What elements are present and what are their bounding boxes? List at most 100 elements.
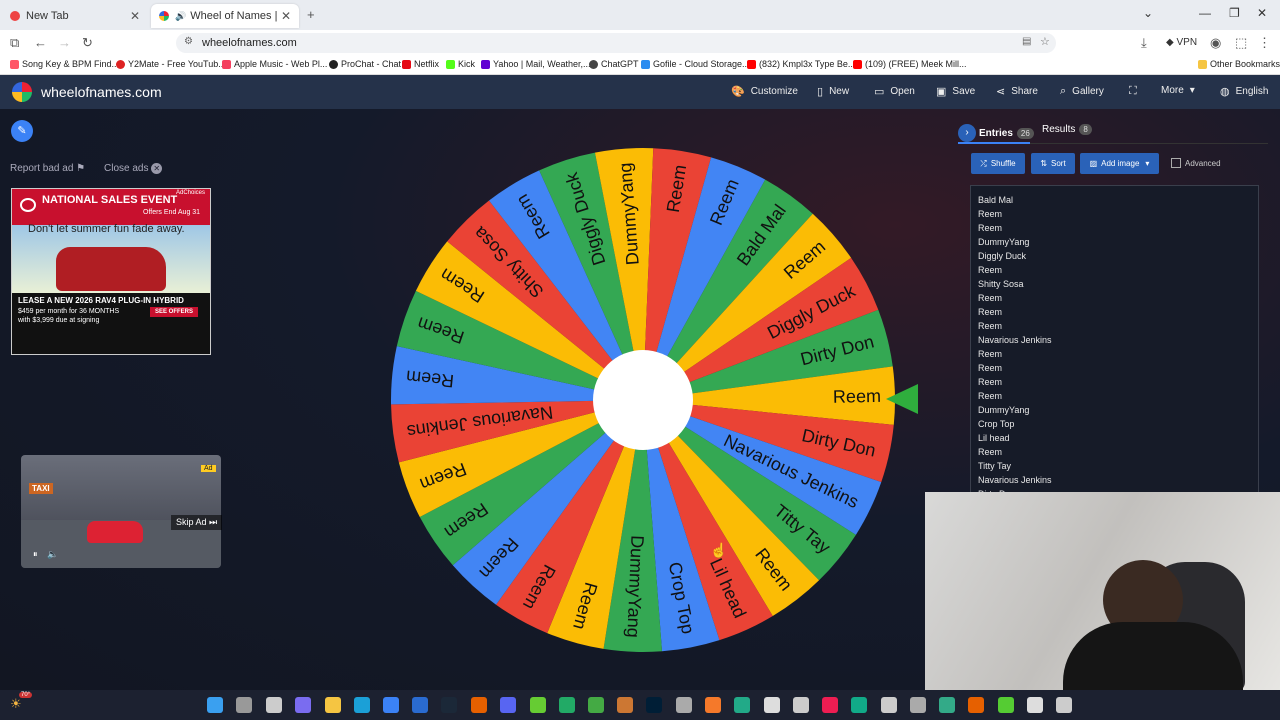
- bookmark-item[interactable]: Yahoo | Mail, Weather,...: [481, 59, 591, 69]
- app-icon[interactable]: [851, 697, 867, 713]
- tab-list-chevron-icon[interactable]: ⌄: [1143, 6, 1153, 20]
- other-bookmarks[interactable]: Other Bookmarks: [1198, 59, 1280, 69]
- close-window-icon[interactable]: ✕: [1257, 6, 1267, 20]
- bookmark-item[interactable]: Apple Music - Web Pl...: [222, 59, 327, 69]
- copilot-icon[interactable]: [295, 697, 311, 713]
- store-icon[interactable]: [383, 697, 399, 713]
- entry-line[interactable]: Reem: [978, 377, 1002, 387]
- entry-line[interactable]: Navarious Jenkins: [978, 475, 1052, 485]
- bookmark-item[interactable]: Kick: [446, 59, 475, 69]
- entry-line[interactable]: Shitty Sosa: [978, 279, 1024, 289]
- app-icon[interactable]: [734, 697, 750, 713]
- entry-line[interactable]: Titty Tay: [978, 461, 1011, 471]
- app-icon[interactable]: [676, 697, 692, 713]
- task-view-icon[interactable]: [266, 697, 282, 713]
- menu-customize[interactable]: 🎨 Customize: [731, 85, 798, 98]
- menu-more[interactable]: More ▾: [1161, 85, 1195, 96]
- tab-new-tab[interactable]: New Tab ✕: [2, 4, 148, 28]
- search-icon[interactable]: [236, 697, 252, 713]
- sidebar-toggle-icon[interactable]: ⧉: [10, 35, 19, 51]
- sort-button[interactable]: ⇅ Sort: [1031, 153, 1075, 174]
- app-icon[interactable]: [1056, 697, 1072, 713]
- wheel[interactable]: Dirty Don Reem Dirty Don Navarious Jenkins T…: [389, 146, 897, 654]
- entry-line[interactable]: Reem: [978, 307, 1002, 317]
- wheel-center[interactable]: [593, 350, 693, 450]
- menu-icon[interactable]: ⋮: [1258, 35, 1271, 51]
- entry-line[interactable]: DummyYang: [978, 405, 1029, 415]
- entry-line[interactable]: Reem: [978, 223, 1002, 233]
- entry-line[interactable]: Lil head: [978, 433, 1010, 443]
- hs-app-icon[interactable]: [559, 697, 575, 713]
- edge-icon[interactable]: [354, 697, 370, 713]
- windows-start-icon[interactable]: [207, 697, 223, 713]
- address-bar[interactable]: ⚙ wheelofnames.com ▤ ☆: [176, 33, 1056, 53]
- bookmark-item[interactable]: (832) Kmpl3x Type Be...: [747, 59, 855, 69]
- entry-line[interactable]: Reem: [978, 391, 1002, 401]
- bookmark-item[interactable]: ChatGPT: [589, 59, 639, 69]
- vpn-button[interactable]: ◆ VPN: [1166, 37, 1197, 48]
- report-bad-ad-link[interactable]: Report bad ad ⚑: [10, 163, 85, 174]
- app-icon[interactable]: [998, 697, 1014, 713]
- audio-icon[interactable]: 🔊: [175, 11, 186, 22]
- app-icon[interactable]: [939, 697, 955, 713]
- reader-icon[interactable]: ▤: [1022, 36, 1031, 47]
- minimize-icon[interactable]: —: [1199, 6, 1211, 20]
- entry-line[interactable]: DummyYang: [978, 237, 1029, 247]
- bookmark-item[interactable]: Song Key & BPM Find...: [10, 59, 119, 69]
- logo-icon[interactable]: [12, 82, 32, 102]
- entry-line[interactable]: Navarious Jenkins: [978, 335, 1052, 345]
- app-icon[interactable]: [617, 697, 633, 713]
- steam-icon[interactable]: [441, 697, 457, 713]
- banner-ad[interactable]: NATIONAL SALES EVENT Offers End Aug 31 A…: [11, 188, 211, 355]
- menu-fullscreen[interactable]: ⛶: [1129, 85, 1143, 98]
- capcut-icon[interactable]: [764, 697, 780, 713]
- app-icon[interactable]: [881, 697, 897, 713]
- profile-icon[interactable]: ◉: [1210, 35, 1221, 51]
- advanced-checkbox[interactable]: [1171, 158, 1181, 168]
- menu-open[interactable]: ▭ Open: [874, 85, 915, 98]
- photoshop-icon[interactable]: [646, 697, 662, 713]
- logo-text[interactable]: wheelofnames.com: [41, 84, 162, 100]
- entry-line[interactable]: Reem: [978, 209, 1002, 219]
- app-icon[interactable]: [910, 697, 926, 713]
- menu-save[interactable]: ▣ Save: [936, 85, 975, 98]
- entry-line[interactable]: Crop Top: [978, 419, 1014, 429]
- entry-line[interactable]: Reem: [978, 293, 1002, 303]
- download-icon[interactable]: ⤓: [1141, 35, 1147, 51]
- bookmark-item[interactable]: Gofile - Cloud Storage...: [641, 59, 750, 69]
- site-info-icon[interactable]: ⚙: [184, 36, 193, 47]
- tab-results[interactable]: Results 8: [1042, 124, 1092, 135]
- add-image-button[interactable]: ▨ Add image ▾: [1080, 153, 1159, 174]
- discord-icon[interactable]: [500, 697, 516, 713]
- close-tab-icon[interactable]: ✕: [281, 9, 291, 23]
- app-icon[interactable]: [588, 697, 604, 713]
- collapse-chevron-icon[interactable]: ›: [958, 124, 976, 142]
- new-tab-button[interactable]: +: [307, 7, 315, 22]
- reload-icon[interactable]: ↻: [82, 35, 93, 51]
- back-icon[interactable]: ←: [34, 35, 47, 50]
- entry-line[interactable]: Bald Mal: [978, 195, 1013, 205]
- game-icon[interactable]: [530, 697, 546, 713]
- blender-icon[interactable]: [705, 697, 721, 713]
- app-icon[interactable]: [793, 697, 809, 713]
- firefox-icon[interactable]: [471, 697, 487, 713]
- extensions-icon[interactable]: ⬚: [1235, 35, 1247, 51]
- maximize-icon[interactable]: ❐: [1229, 6, 1240, 20]
- edit-button[interactable]: ✎: [11, 120, 33, 142]
- bookmark-item[interactable]: ProChat - Chat: [329, 59, 401, 69]
- tab-wheel-of-names[interactable]: 🔊 Wheel of Names | Random ✕: [151, 4, 299, 28]
- adchoices-label[interactable]: AdChoices: [176, 190, 205, 196]
- tab-entries[interactable]: › Entries 26: [958, 124, 1034, 142]
- close-ads-link[interactable]: Close ads ✕: [104, 163, 163, 174]
- close-tab-icon[interactable]: ✕: [130, 9, 140, 23]
- menu-share[interactable]: ⋖ Share: [996, 85, 1038, 98]
- outlook-icon[interactable]: [412, 697, 428, 713]
- firefox-icon[interactable]: [968, 697, 984, 713]
- entry-line[interactable]: Diggly Duck: [978, 251, 1026, 261]
- see-offers-button[interactable]: SEE OFFERS: [150, 307, 199, 317]
- menu-language[interactable]: ◍ English: [1220, 85, 1268, 98]
- bookmark-star-icon[interactable]: ☆: [1040, 35, 1050, 48]
- bookmark-item[interactable]: Y2Mate - Free YouTub...: [116, 59, 226, 69]
- pause-icon[interactable]: ⏸: [33, 549, 38, 560]
- skip-ad-button[interactable]: Skip Ad ⏭: [171, 515, 223, 530]
